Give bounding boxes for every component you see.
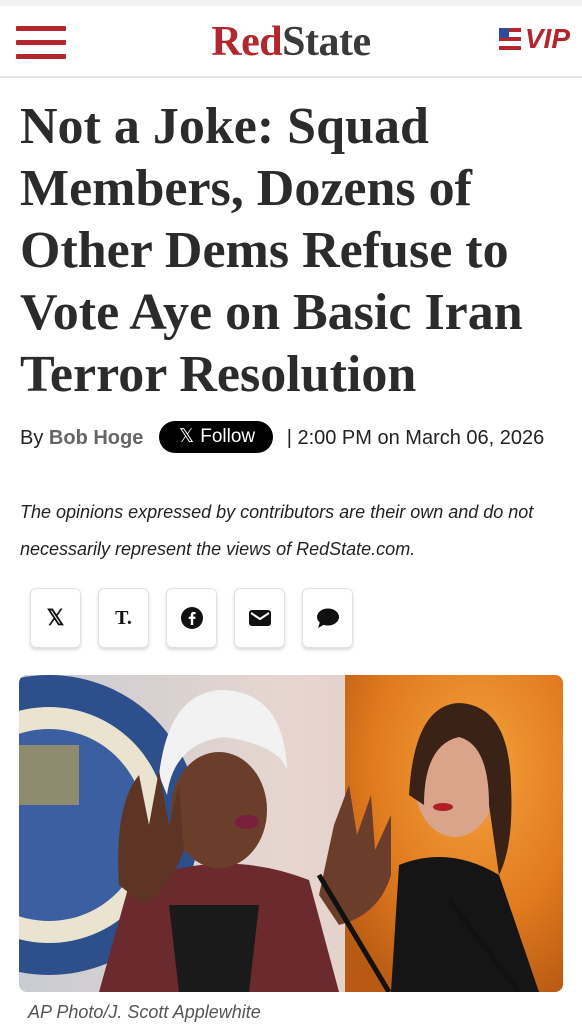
townhall-icon: T. bbox=[115, 606, 132, 629]
email-icon bbox=[248, 610, 271, 626]
byline: By Bob Hoge 𝕏 Follow | 2:00 PM on March … bbox=[20, 420, 565, 456]
logo-red-text: Red bbox=[211, 19, 283, 65]
share-email-button[interactable] bbox=[234, 588, 285, 648]
x-icon: 𝕏 bbox=[178, 425, 195, 447]
site-header: RedState VIP bbox=[0, 6, 582, 78]
opinion-disclaimer: The opinions expressed by contributors a… bbox=[20, 502, 534, 559]
follow-on-x-button[interactable]: 𝕏 Follow bbox=[158, 420, 274, 453]
author-link[interactable]: Bob Hoge bbox=[49, 427, 143, 449]
article-photo bbox=[19, 675, 563, 992]
share-townhall-button[interactable]: T. bbox=[98, 588, 149, 648]
share-bar: 𝕏 T. bbox=[30, 588, 370, 648]
article-photo-illustration bbox=[19, 675, 563, 992]
share-facebook-button[interactable] bbox=[166, 588, 217, 648]
site-logo[interactable]: RedState bbox=[0, 18, 582, 66]
byline-separator: | bbox=[286, 427, 292, 449]
vip-link[interactable]: VIP bbox=[498, 23, 570, 54]
facebook-icon bbox=[180, 607, 203, 629]
photo-caption: AP Photo/J. Scott Applewhite bbox=[28, 1002, 261, 1022]
vip-label: VIP bbox=[524, 23, 570, 54]
article-headline: Not a Joke: Squad Members, Dozens of Oth… bbox=[20, 98, 523, 403]
flag-icon bbox=[498, 28, 521, 50]
by-prefix: By bbox=[20, 427, 44, 449]
x-icon: 𝕏 bbox=[46, 605, 65, 630]
share-comment-button[interactable] bbox=[302, 588, 353, 648]
logo-dark-text: State bbox=[282, 19, 371, 65]
publish-timestamp: 2:00 PM on March 06, 2026 bbox=[297, 427, 545, 449]
share-x-button[interactable]: 𝕏 bbox=[30, 588, 81, 648]
follow-label: Follow bbox=[200, 425, 256, 447]
comment-icon bbox=[316, 608, 339, 628]
